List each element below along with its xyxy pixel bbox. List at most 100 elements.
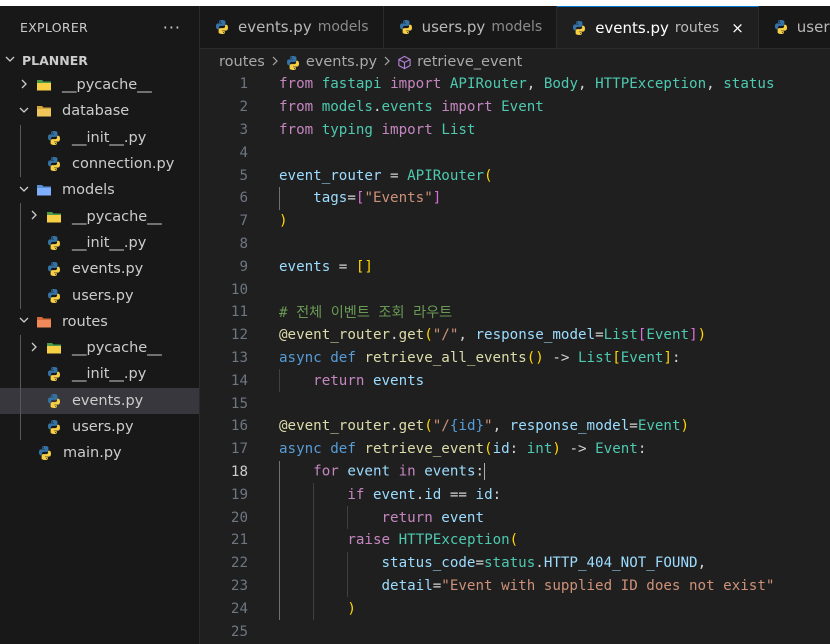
- code-text: for event in events:: [313, 463, 486, 481]
- breadcrumb-file[interactable]: events.py: [306, 54, 377, 70]
- line-number: 22: [230, 555, 248, 572]
- code-text: event_router = APIRouter(: [279, 167, 493, 184]
- more-actions-icon[interactable]: ···: [163, 18, 181, 37]
- indent-guide: [20, 150, 21, 178]
- chevron-right-icon: [271, 55, 279, 69]
- chevron-down-icon: [18, 104, 30, 119]
- tab-description: routes: [674, 20, 720, 36]
- line-number: 4: [239, 144, 248, 161]
- tree-item-label: events.py: [72, 392, 144, 409]
- folder-icon: [46, 209, 62, 225]
- code-line: 1 from fastapi import APIRouter, Body, HT…: [200, 73, 830, 96]
- tree-file[interactable]: events.py: [0, 256, 199, 283]
- python-file-icon: [214, 19, 230, 35]
- line-number: 5: [239, 167, 248, 184]
- breadcrumb-symbol[interactable]: retrieve_event: [417, 54, 522, 70]
- line-number: 12: [230, 327, 248, 344]
- tab-description: models: [317, 19, 369, 35]
- tree-file[interactable]: __init__.py: [0, 124, 199, 151]
- code-text: raise HTTPException(: [347, 532, 519, 549]
- tree-item-label: routes: [62, 313, 108, 330]
- line-number: 11: [230, 304, 248, 321]
- code-text: @event_router.get("/{id}", response_mode…: [279, 418, 690, 435]
- tab-description: models: [491, 19, 543, 35]
- tree-item-label: __init__.py: [72, 366, 147, 383]
- python-file-icon: [46, 261, 62, 277]
- code-line: 4: [200, 141, 830, 164]
- chevron-down-icon: [18, 183, 30, 198]
- explorer-sidebar: EXPLORER ··· PLANNER __pycache__ database…: [0, 6, 200, 644]
- python-file-icon: [46, 156, 62, 172]
- close-icon[interactable]: ×: [731, 19, 744, 37]
- tab-events-models[interactable]: events.py models: [200, 6, 384, 48]
- tab-users-models[interactable]: users.py models: [384, 6, 558, 48]
- tab-name: users.py: [796, 18, 830, 36]
- line-number: 8: [239, 235, 248, 252]
- tree-file[interactable]: events.py: [0, 387, 199, 414]
- code-line-current: 18 for event in events:: [200, 460, 830, 484]
- code-text: return event: [381, 509, 485, 526]
- tree-file[interactable]: __init__.py: [0, 229, 199, 257]
- tab-events-routes[interactable]: events.py routes ×: [557, 6, 759, 48]
- code-line: 6 tags=["Events"]: [200, 186, 830, 210]
- workspace-root-label: PLANNER: [22, 53, 88, 68]
- indent-guide: [20, 256, 21, 283]
- tree-item-label: users.py: [72, 419, 134, 435]
- tree-folder[interactable]: __pycache__: [0, 334, 199, 362]
- folder-icon: [46, 340, 62, 356]
- python-file-icon: [46, 288, 62, 304]
- breadcrumb-folder[interactable]: routes: [219, 54, 265, 70]
- code-line: 9 events = []: [200, 255, 830, 278]
- code-line: 10: [200, 278, 830, 301]
- editor-tabs: events.py models users.py models events.…: [200, 6, 830, 49]
- code-text: async def retrieve_all_events() -> List[…: [279, 349, 681, 366]
- code-editor[interactable]: 1 from fastapi import APIRouter, Body, HT…: [200, 73, 830, 644]
- code-line: 19 if event.id == id:: [200, 483, 830, 507]
- tree-file[interactable]: main.py: [0, 440, 199, 466]
- indent-guide: [20, 413, 21, 441]
- folder-icon: [36, 182, 52, 198]
- tree-folder[interactable]: routes: [0, 309, 199, 335]
- code-line: 23 detail="Event with supplied ID does n…: [200, 574, 830, 598]
- line-number: 18: [230, 463, 248, 480]
- chevron-down-icon: [18, 314, 30, 329]
- line-number: 15: [230, 395, 248, 412]
- code-line: 14 return events: [200, 369, 830, 393]
- code-text: detail="Event with supplied ID does not …: [381, 577, 775, 594]
- code-line: 12 @event_router.get("/", response_model=…: [200, 324, 830, 347]
- tree-file[interactable]: users.py: [0, 413, 199, 441]
- workspace-root[interactable]: PLANNER: [0, 49, 199, 72]
- python-file-icon: [285, 55, 300, 70]
- tree-folder[interactable]: __pycache__: [0, 203, 199, 230]
- code-text: ): [347, 600, 356, 617]
- method-symbol-icon: [397, 55, 412, 70]
- tree-file[interactable]: __init__.py: [0, 361, 199, 388]
- python-file-icon: [571, 20, 587, 36]
- code-line: 21 raise HTTPException(: [200, 528, 830, 552]
- tree-file[interactable]: users.py: [0, 282, 199, 309]
- tree-item-label: models: [62, 182, 115, 199]
- line-number: 3: [239, 121, 248, 138]
- code-text: from fastapi import APIRouter, Body, HTT…: [279, 76, 775, 93]
- text-cursor: [484, 463, 486, 481]
- line-number: 24: [230, 600, 248, 617]
- indent-guide: [20, 361, 21, 388]
- code-line: 13 async def retrieve_all_events() -> Lis…: [200, 347, 830, 370]
- tree-item-label: __pycache__: [72, 340, 162, 357]
- tree-folder[interactable]: models: [0, 177, 199, 203]
- tree-file[interactable]: connection.py: [0, 150, 199, 178]
- indent-guide: [20, 282, 21, 309]
- tree-folder[interactable]: database: [0, 98, 199, 124]
- tree-folder[interactable]: __pycache__: [0, 72, 199, 98]
- breadcrumb: routes events.py retrieve_event: [219, 51, 522, 73]
- tree-item-label: users.py: [72, 287, 134, 304]
- code-text: ): [279, 213, 288, 230]
- line-number: 16: [230, 418, 248, 435]
- chevron-down-icon: [4, 53, 16, 68]
- tab-users-routes[interactable]: users.py routes: [759, 6, 830, 48]
- tree-item-label: database: [62, 103, 130, 120]
- indent-guide: [20, 334, 21, 362]
- python-file-icon: [46, 419, 62, 435]
- python-file-icon: [46, 393, 62, 409]
- code-line: 24 ): [200, 597, 830, 621]
